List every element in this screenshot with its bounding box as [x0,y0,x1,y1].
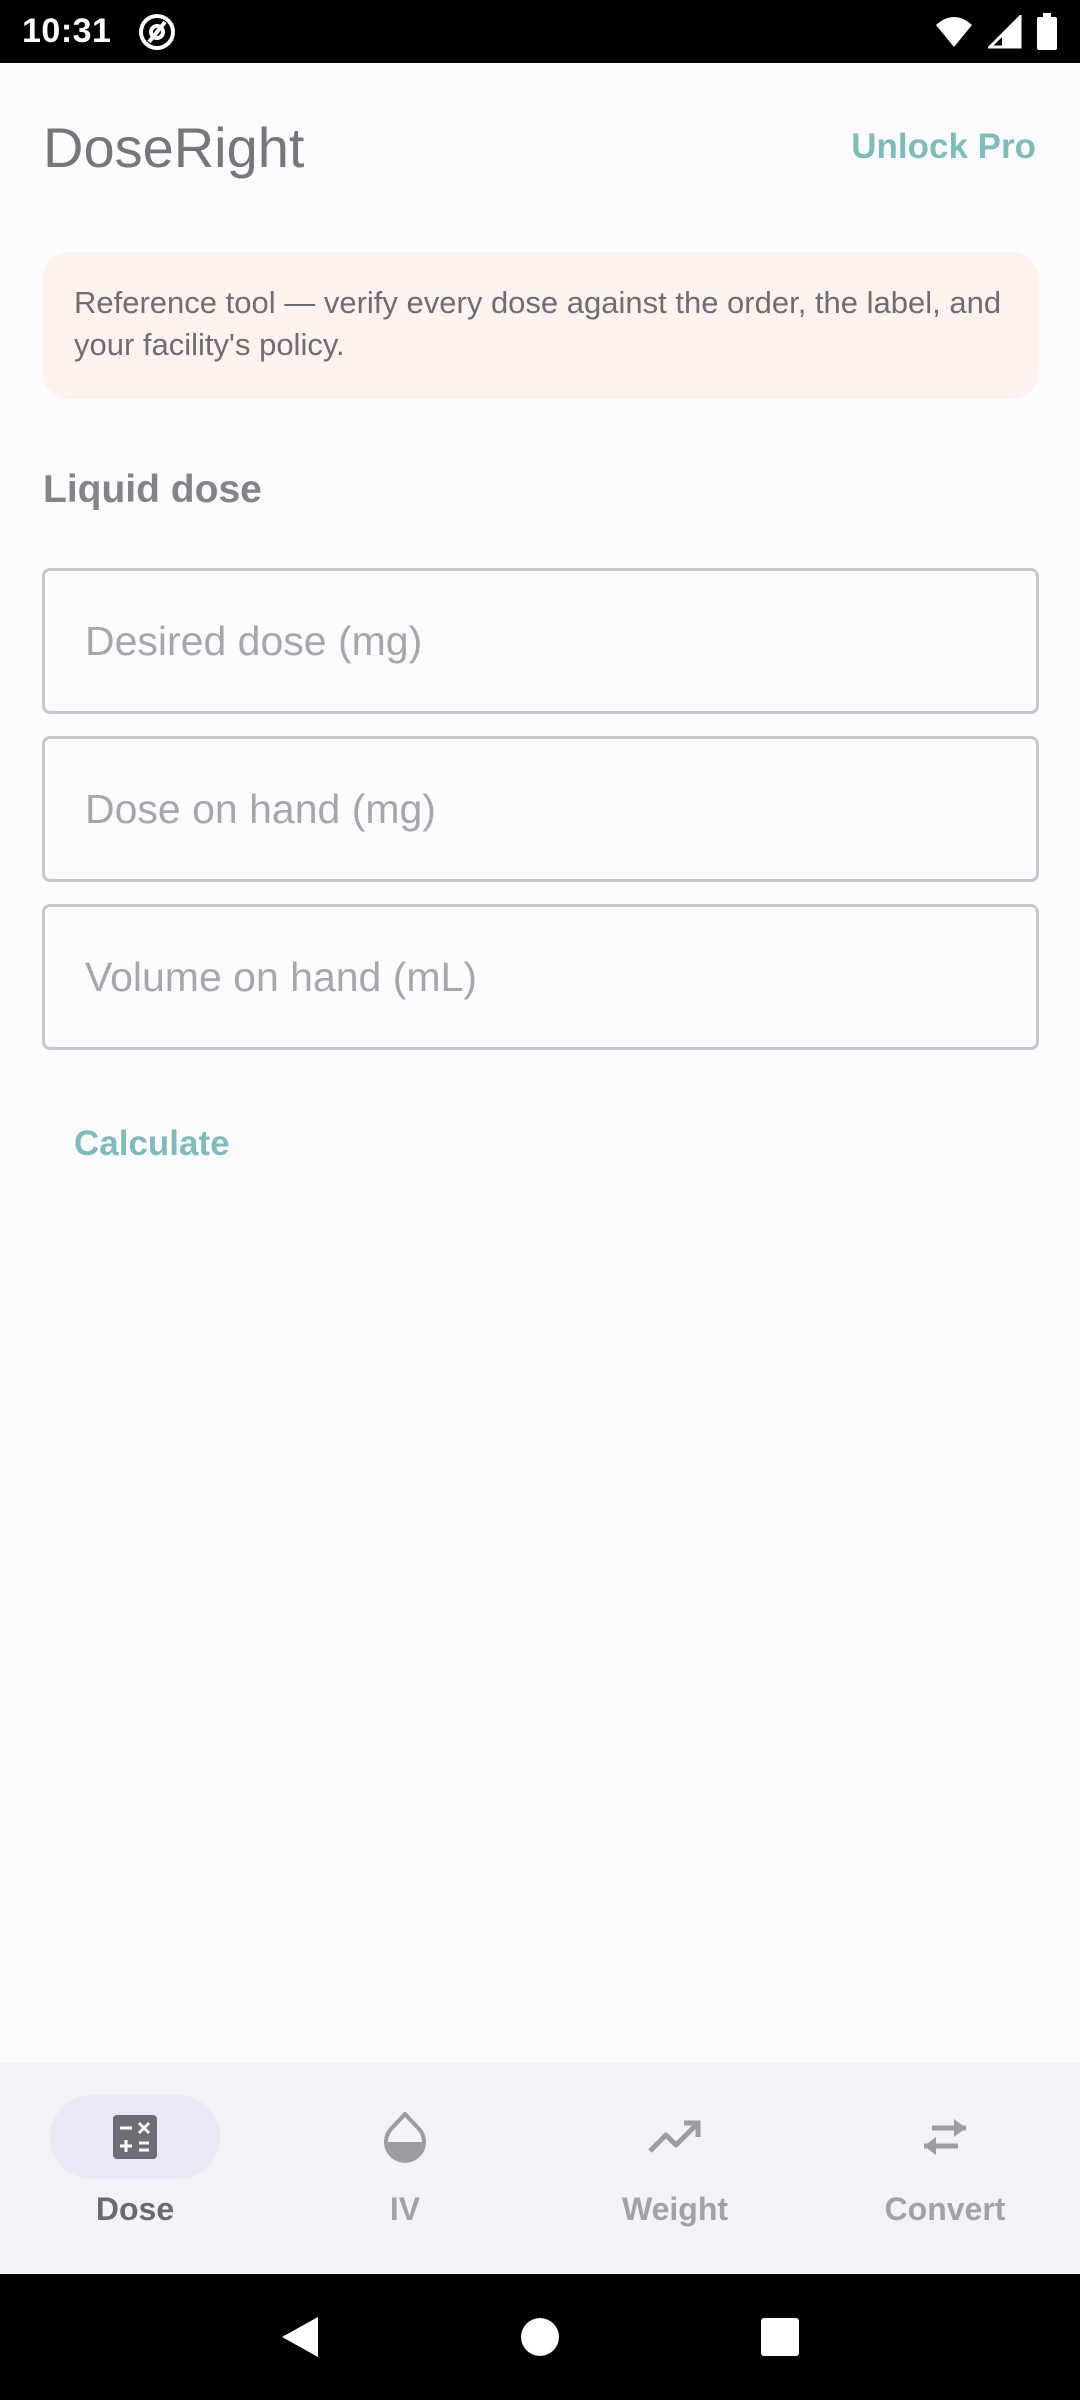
desired-dose-input[interactable] [85,617,1036,665]
trend-up-icon [648,2119,702,2155]
nav-item-dose[interactable]: Dose [0,2062,270,2274]
drop-icon [383,2111,427,2163]
desired-dose-field[interactable] [42,568,1039,714]
section-label: Liquid dose [43,468,262,511]
nav-indicator [50,2095,220,2179]
calculate-button[interactable]: Calculate [74,1124,230,1164]
nav-label-iv: IV [389,2191,421,2227]
recents-icon[interactable] [760,2317,800,2357]
signal-icon [988,14,1022,49]
nav-item-weight[interactable]: Weight [540,2062,810,2274]
nav-indicator [860,2095,1030,2179]
bottom-nav: Dose IV Weight Convert [0,2062,1080,2274]
calculator-icon [111,2113,159,2161]
unlock-pro-button[interactable]: Unlock Pro [851,127,1036,167]
nav-item-iv[interactable]: IV [270,2062,540,2274]
app-bar: DoseRight Unlock Pro [0,63,1080,231]
status-time: 10:31 [22,12,112,50]
battery-icon [1036,12,1058,51]
dose-on-hand-input[interactable] [85,785,1036,833]
nav-label-convert: Convert [884,2191,1006,2227]
nav-indicator [590,2095,760,2179]
nav-indicator [320,2095,490,2179]
back-icon[interactable] [280,2315,320,2359]
status-bar: 10:31 [0,0,1080,63]
wifi-icon [934,15,974,49]
volume-on-hand-input[interactable] [85,953,1036,1001]
nav-item-convert[interactable]: Convert [810,2062,1080,2274]
at-sign-icon [137,12,177,52]
app-title: DoseRight [43,115,305,179]
swap-arrows-icon [920,2117,970,2157]
nav-label-weight: Weight [621,2191,729,2227]
system-nav-bar [0,2274,1080,2400]
home-icon[interactable] [520,2317,560,2357]
nav-label-dose: Dose [95,2191,175,2227]
volume-on-hand-field[interactable] [42,904,1039,1050]
dose-on-hand-field[interactable] [42,736,1039,882]
disclaimer-text: Reference tool — verify every dose again… [74,285,1002,362]
disclaimer-card: Reference tool — verify every dose again… [42,252,1039,399]
